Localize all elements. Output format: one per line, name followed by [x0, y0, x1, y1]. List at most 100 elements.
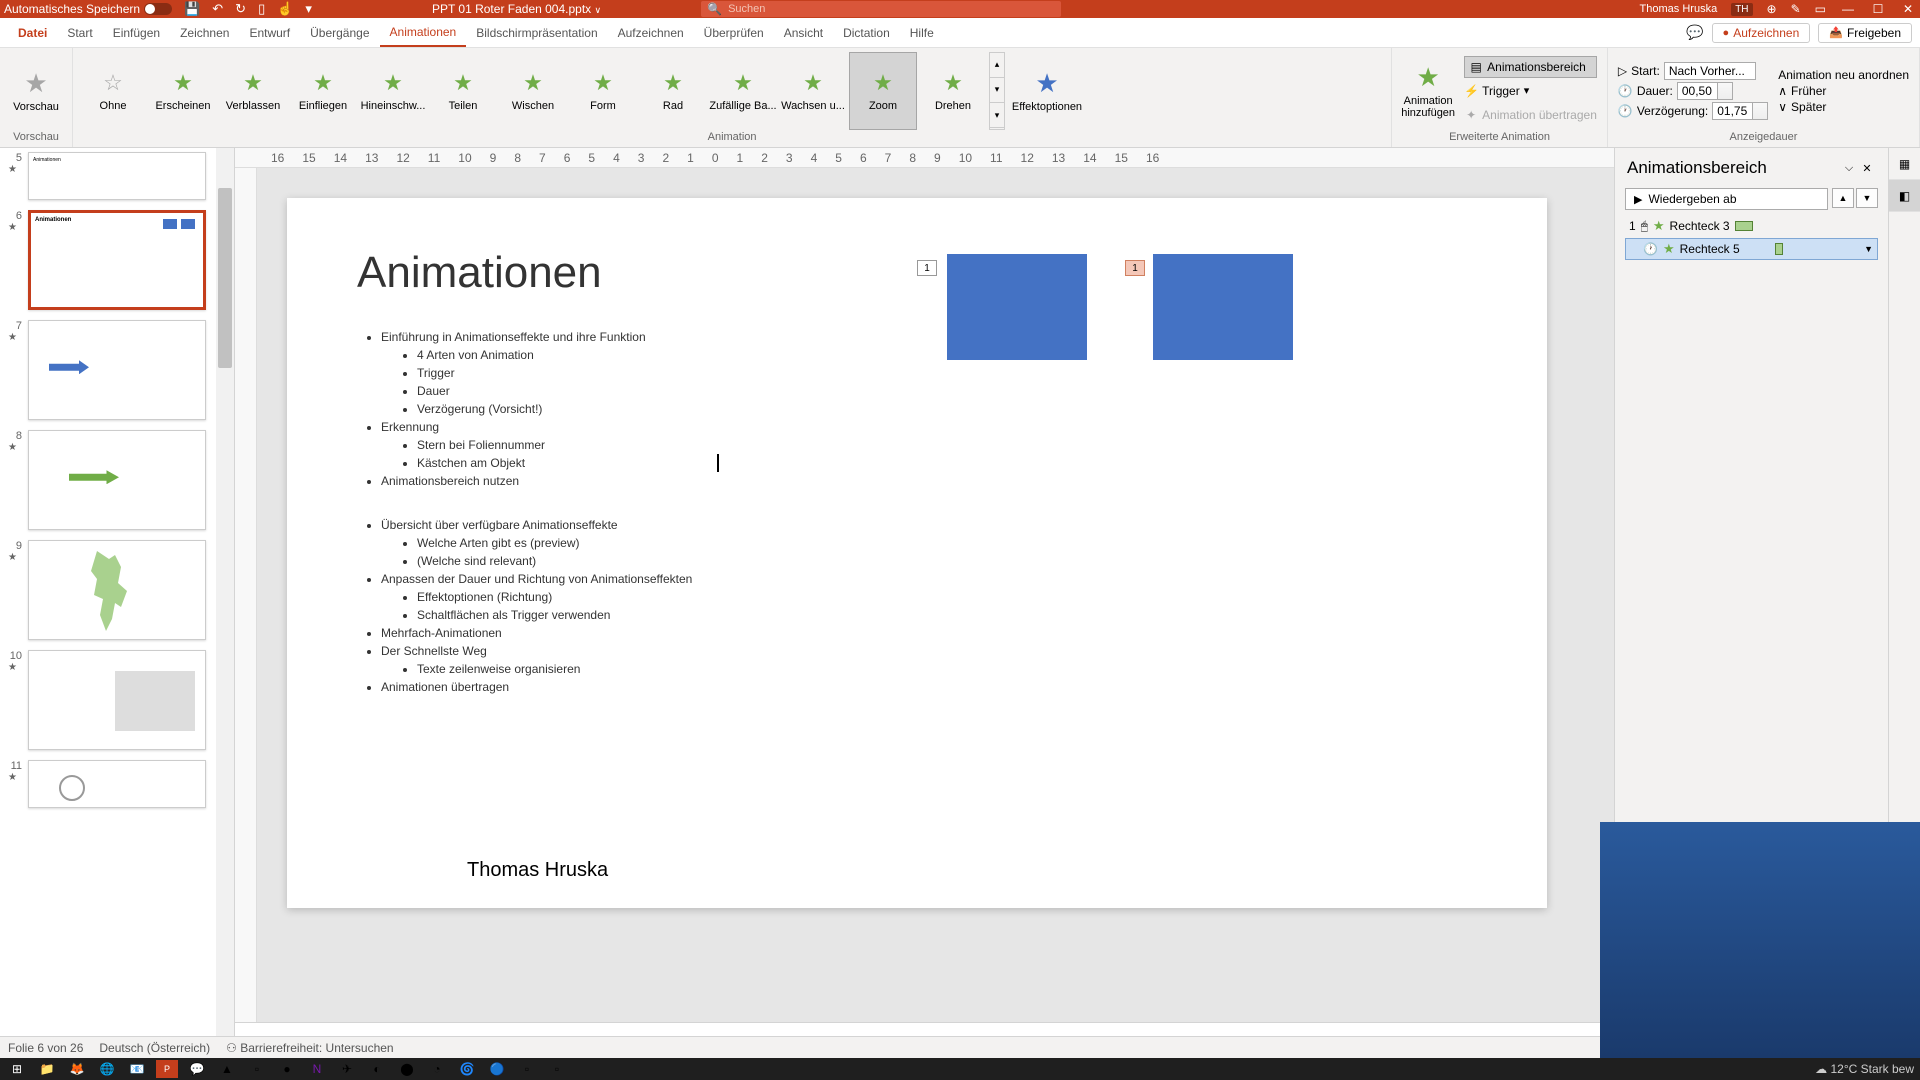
slide-canvas[interactable]: Animationen Einführung in Animationseffe…: [257, 168, 1614, 1022]
animation-hinzufugen-button[interactable]: ★ Animation hinzufügen: [1398, 52, 1458, 130]
move-up-button[interactable]: ▲: [1832, 188, 1854, 208]
anim-verblassen[interactable]: ★Verblassen: [219, 52, 287, 130]
anim-item-2[interactable]: 🕐 ★ Rechteck 5 ▼: [1625, 238, 1878, 260]
save-icon[interactable]: 💾: [184, 1, 200, 17]
author-text[interactable]: Thomas Hruska: [467, 859, 608, 882]
move-down-button[interactable]: ▼: [1856, 188, 1878, 208]
coming-soon-icon[interactable]: ✎: [1791, 2, 1801, 16]
explorer-icon[interactable]: 📁: [36, 1060, 58, 1078]
anim-wischen[interactable]: ★Wischen: [499, 52, 567, 130]
rechteck-3[interactable]: [947, 254, 1087, 360]
anim-tag-2[interactable]: 1: [1125, 260, 1145, 276]
tab-einfugen[interactable]: Einfügen: [103, 20, 170, 46]
app-icon[interactable]: ◐: [366, 1060, 388, 1078]
side-icon-2[interactable]: ◧: [1889, 180, 1920, 212]
tab-dictation[interactable]: Dictation: [833, 20, 900, 46]
user-badge[interactable]: TH: [1731, 3, 1752, 16]
maximize-button[interactable]: ☐: [1870, 2, 1886, 16]
minimize-button[interactable]: —: [1840, 2, 1856, 16]
rechteck-5[interactable]: [1153, 254, 1293, 360]
touch-icon[interactable]: ☝: [277, 1, 293, 17]
gallery-scroll[interactable]: ▴▾▾: [989, 52, 1005, 130]
weather-widget[interactable]: ☁ 12°C Stark bew: [1815, 1062, 1914, 1076]
pane-dropdown-icon[interactable]: ⌵: [1840, 159, 1858, 177]
sync-icon[interactable]: ⊕: [1767, 2, 1777, 16]
start-button[interactable]: ⊞: [6, 1060, 28, 1078]
tab-entwurf[interactable]: Entwurf: [239, 20, 300, 46]
tab-ansicht[interactable]: Ansicht: [774, 20, 833, 46]
anim-rad[interactable]: ★Rad: [639, 52, 707, 130]
comments-icon[interactable]: 💬: [1686, 24, 1703, 41]
thumb-8[interactable]: 8★: [8, 430, 226, 530]
search-input[interactable]: [728, 3, 1055, 15]
wiedergeben-button[interactable]: ▶ Wiedergeben ab: [1625, 188, 1828, 210]
anim-form[interactable]: ★Form: [569, 52, 637, 130]
user-name[interactable]: Thomas Hruska: [1640, 3, 1718, 15]
slideshow-icon[interactable]: ▯: [258, 1, 265, 17]
anim-item-1[interactable]: 1 🖱 ★ Rechteck 3: [1625, 216, 1878, 236]
aufzeichnen-button[interactable]: Aufzeichnen: [1712, 23, 1811, 43]
onenote-icon[interactable]: N: [306, 1060, 328, 1078]
thumb-9[interactable]: 9★: [8, 540, 226, 640]
anim-drehen[interactable]: ★Drehen: [919, 52, 987, 130]
trigger-button[interactable]: ⚡Trigger ▾: [1464, 80, 1597, 102]
thumb-scrollbar[interactable]: [216, 148, 234, 1068]
app-icon[interactable]: ▫: [546, 1060, 568, 1078]
thumb-11[interactable]: 11★: [8, 760, 226, 808]
freigeben-button[interactable]: 📤 Freigeben: [1818, 23, 1912, 43]
anim-tag-1[interactable]: 1: [917, 260, 937, 276]
anim-erscheinen[interactable]: ★Erscheinen: [149, 52, 217, 130]
outlook-icon[interactable]: 📧: [126, 1060, 148, 1078]
anim-einfliegen[interactable]: ★Einfliegen: [289, 52, 357, 130]
vlc-icon[interactable]: ▲: [216, 1060, 238, 1078]
filename[interactable]: PPT 01 Roter Faden 004.pptx ∨: [432, 2, 601, 16]
slide-thumbnails[interactable]: 5★Animationen 6★Animationen 7★ 8★ 9★ 10★…: [0, 148, 235, 1068]
thumb-7[interactable]: 7★: [8, 320, 226, 420]
tab-animationen[interactable]: Animationen: [380, 19, 467, 47]
qat-more-icon[interactable]: ▾: [305, 1, 312, 17]
firefox-icon[interactable]: 🦊: [66, 1060, 88, 1078]
app-icon[interactable]: ▫: [246, 1060, 268, 1078]
app-icon[interactable]: ▫: [516, 1060, 538, 1078]
slide-counter[interactable]: Folie 6 von 26: [8, 1041, 83, 1055]
redo-icon[interactable]: ↻: [235, 1, 246, 17]
anim-teilen[interactable]: ★Teilen: [429, 52, 497, 130]
powerpoint-icon[interactable]: P: [156, 1060, 178, 1078]
tab-datei[interactable]: Datei: [8, 20, 57, 46]
anim-zufallige[interactable]: ★Zufällige Ba...: [709, 52, 777, 130]
vorschau-button[interactable]: ★ Vorschau: [6, 52, 66, 130]
tab-uberprufen[interactable]: Überprüfen: [694, 20, 774, 46]
tab-start[interactable]: Start: [57, 20, 102, 46]
window-icon[interactable]: ▭: [1815, 2, 1826, 16]
app-icon[interactable]: 💬: [186, 1060, 208, 1078]
app-icon[interactable]: ◔: [426, 1060, 448, 1078]
edge-icon[interactable]: 🔵: [486, 1060, 508, 1078]
anim-wachsen[interactable]: ★Wachsen u...: [779, 52, 847, 130]
side-icon-1[interactable]: ▦: [1889, 148, 1920, 180]
close-button[interactable]: ✕: [1900, 2, 1916, 16]
item-dropdown-icon[interactable]: ▼: [1864, 244, 1873, 254]
tab-ubergange[interactable]: Übergänge: [300, 20, 379, 46]
telegram-icon[interactable]: ✈: [336, 1060, 358, 1078]
verzogerung-input[interactable]: 01,75: [1712, 102, 1768, 120]
effektoptionen-button[interactable]: ★ Effektoptionen: [1007, 52, 1087, 130]
tab-zeichnen[interactable]: Zeichnen: [170, 20, 239, 46]
dauer-input[interactable]: 00,50: [1677, 82, 1733, 100]
chrome-icon[interactable]: 🌐: [96, 1060, 118, 1078]
anim-hineinschweben[interactable]: ★Hineinschw...: [359, 52, 427, 130]
pane-close-icon[interactable]: ✕: [1858, 159, 1876, 177]
thumb-5[interactable]: 5★Animationen: [8, 152, 226, 200]
app-icon[interactable]: 🌀: [456, 1060, 478, 1078]
fruher-button[interactable]: ∧Früher: [1778, 84, 1909, 98]
undo-icon[interactable]: ↶: [212, 1, 223, 17]
search-box[interactable]: 🔍: [701, 1, 1061, 17]
anim-zoom[interactable]: ★Zoom: [849, 52, 917, 130]
animationsbereich-button[interactable]: ▤Animationsbereich: [1464, 56, 1597, 78]
slide[interactable]: Animationen Einführung in Animationseffe…: [287, 198, 1547, 908]
accessibility-status[interactable]: ⚇ Barrierefreiheit: Untersuchen: [226, 1041, 394, 1055]
obs-icon[interactable]: ⬤: [396, 1060, 418, 1078]
language-status[interactable]: Deutsch (Österreich): [99, 1041, 210, 1055]
tab-hilfe[interactable]: Hilfe: [900, 20, 944, 46]
autosave-toggle[interactable]: Automatisches Speichern: [4, 2, 172, 16]
toggle-switch[interactable]: [144, 3, 172, 15]
